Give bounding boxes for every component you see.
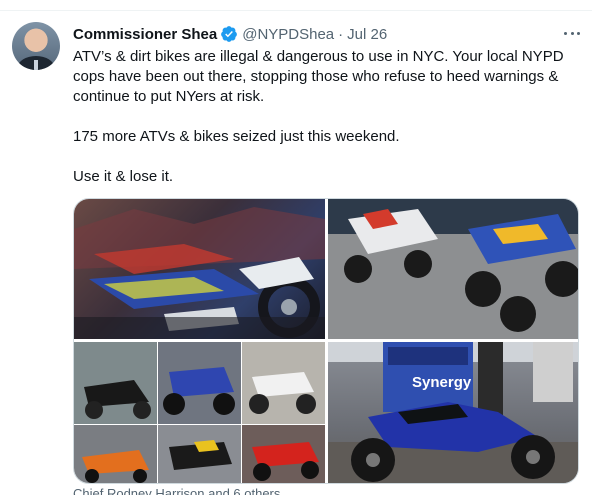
- author-avatar[interactable]: [12, 22, 60, 70]
- photo-atvs[interactable]: [328, 199, 578, 339]
- tweet-text: ATV’s & dirt bikes are illegal & dangero…: [73, 47, 578, 207]
- photo-sign-text: Synergy: [412, 374, 472, 391]
- tweet-paragraph-3: Use it & lose it.: [73, 168, 174, 185]
- author-handle[interactable]: @NYPDShea: [242, 26, 334, 43]
- photo-dirt-bikes[interactable]: [74, 199, 325, 339]
- photo-scooter-grid[interactable]: [74, 342, 325, 483]
- verified-badge-icon: [221, 26, 238, 42]
- liked-by-text[interactable]: Chief Rodney Harrison and 6 others: [73, 486, 280, 495]
- timeline-divider: [0, 0, 592, 11]
- header-separator: ·: [338, 25, 344, 43]
- tweet-date[interactable]: Jul 26: [347, 26, 387, 43]
- tweet-paragraph-2: 175 more ATVs & bikes seized just this w…: [73, 128, 400, 145]
- author-name[interactable]: Commissioner Shea: [73, 26, 217, 43]
- tweet-header: Commissioner Shea @NYPDShea · Jul 26: [73, 24, 387, 44]
- tweet-paragraph-1: ATV’s & dirt bikes are illegal & dangero…: [73, 48, 568, 105]
- media-grid: Synergy: [73, 198, 579, 484]
- photo-gas-pump-bike[interactable]: Synergy: [328, 342, 578, 483]
- more-options-icon[interactable]: [560, 25, 584, 41]
